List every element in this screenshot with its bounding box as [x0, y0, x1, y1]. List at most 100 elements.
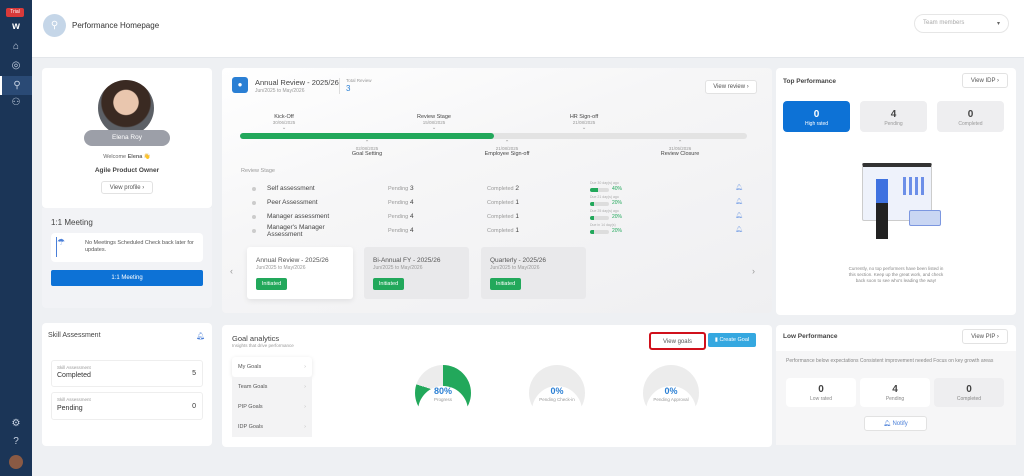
- target-icon[interactable]: ◎: [9, 59, 23, 73]
- low-stat[interactable]: 0 Completed: [934, 378, 1004, 407]
- cycle-title: Annual Review - 2025/26: [256, 257, 329, 264]
- view-idp-label: View IDP: [970, 78, 996, 84]
- goal-nav-label: IDP Goals: [238, 424, 263, 430]
- chevron-down-icon: ▾: [996, 21, 1000, 27]
- skill-assessment-card: Skill Assessment 🔔︎ Skill Assessment Com…: [42, 323, 212, 446]
- total-review-value: 3: [346, 84, 351, 93]
- bell-icon[interactable]: 🔔︎: [735, 212, 743, 219]
- review-title: Annual Review - 2025/26: [255, 78, 339, 87]
- milestone-bottom: ⌃ 31/05/2026 Review Closure: [645, 140, 715, 157]
- review-cycle-card[interactable]: Bi-Annual FY - 2025/26 Jun/2025 to May/2…: [364, 247, 469, 299]
- help-icon[interactable]: ?: [9, 435, 23, 449]
- team-icon[interactable]: ⚇: [9, 96, 23, 110]
- goal-nav-item[interactable]: PIP Goals ›: [232, 397, 312, 417]
- performance-icon: ⚲: [43, 14, 66, 37]
- completed-label: Completed: [487, 200, 514, 206]
- view-idp-button[interactable]: View IDP ›: [962, 73, 1008, 88]
- milestone-bottom: ⌃ 21/08/2025 Employee Sign-off: [472, 140, 542, 157]
- home-icon[interactable]: ⌂: [9, 40, 23, 54]
- team-members-select[interactable]: Team members ▾: [914, 14, 1009, 33]
- low-performance-description: Performance below expectations Consisten…: [786, 358, 994, 364]
- view-review-button[interactable]: View review ›: [705, 80, 757, 94]
- bell-icon[interactable]: 🔔︎: [735, 198, 743, 205]
- notify-button[interactable]: 🔔︎ Notify: [864, 416, 927, 431]
- performance-icon[interactable]: ⚲: [0, 76, 32, 95]
- meeting-card: 1:1 Meeting ☂ No Meetings Scheduled Chec…: [42, 208, 212, 308]
- goal-nav-item[interactable]: Team Goals ›: [232, 377, 312, 397]
- due-text: Due 21 day(s) ago: [590, 195, 619, 199]
- top-stat[interactable]: 0 High rated: [783, 101, 850, 132]
- top-stat[interactable]: 4 Pending: [860, 101, 927, 132]
- page-title: Performance Homepage: [72, 21, 160, 30]
- milestone-name: Review Closure: [660, 151, 700, 157]
- chevron-right-icon: ›: [304, 424, 306, 430]
- stage-percent: 20%: [612, 214, 623, 220]
- one-on-one-meeting-button[interactable]: 1:1 Meeting: [51, 270, 203, 286]
- stage-name: Manager assessment: [267, 213, 330, 220]
- milestone-top: Kick-Off 30/06/2025 ⌄: [259, 114, 309, 131]
- goal-nav-label: My Goals: [238, 364, 262, 370]
- stat-label: Completed: [956, 396, 982, 402]
- carousel-next-icon[interactable]: ›: [752, 266, 755, 276]
- logo-icon[interactable]: ᴡ: [9, 20, 23, 34]
- pending-count: 4: [410, 213, 414, 220]
- skill-title: Skill Assessment: [48, 332, 101, 339]
- create-goal-button[interactable]: ▮ Create Goal: [708, 333, 756, 347]
- stage-progress-bar: [590, 202, 609, 206]
- review-cycle-card[interactable]: Quarterly - 2025/26 Jun/2025 to May/2026…: [481, 247, 586, 299]
- top-stat[interactable]: 0 Completed: [937, 101, 1004, 132]
- stage-progress-bar: [590, 188, 609, 192]
- stat-label: Pending: [885, 396, 905, 402]
- stat-label: High rated: [804, 121, 829, 127]
- bell-icon[interactable]: 🔔︎: [196, 332, 205, 340]
- view-goals-button[interactable]: View goals: [649, 332, 706, 350]
- review-period: Jun/2025 to May/2026: [255, 88, 305, 94]
- stat-value: 0: [813, 109, 820, 120]
- skill-item-status: Completed: [57, 372, 91, 379]
- due-text: Due in 14 day(s): [590, 223, 616, 227]
- skill-completed-item: Skill Assessment Completed 5: [51, 360, 203, 387]
- review-stage-row[interactable]: Manager's Manager Assessment Pending 4 C…: [222, 223, 772, 240]
- completed-label: Completed: [487, 214, 514, 220]
- view-pip-button[interactable]: View PIP ›: [962, 329, 1008, 344]
- chevron-down-icon: ⌄: [281, 125, 287, 131]
- profile-name: Elena Roy: [84, 130, 170, 146]
- stat-value: 4: [890, 109, 897, 120]
- review-bell-icon: ●: [232, 77, 248, 93]
- carousel-prev-icon[interactable]: ‹: [230, 266, 233, 276]
- bell-icon[interactable]: 🔔︎: [735, 226, 743, 233]
- goal-nav-item[interactable]: My Goals ›: [232, 357, 312, 377]
- settings-icon[interactable]: ⚙: [9, 417, 23, 431]
- low-stat[interactable]: 0 Low rated: [786, 378, 856, 407]
- stage-percent: 40%: [612, 186, 623, 192]
- skill-item-value: 0: [192, 403, 196, 410]
- bell-icon[interactable]: 🔔︎: [735, 184, 743, 191]
- review-cycle-card[interactable]: Annual Review - 2025/26 Jun/2025 to May/…: [247, 247, 353, 299]
- completed-count: 1: [515, 227, 520, 234]
- chevron-right-icon: ›: [304, 364, 306, 370]
- sidebar: Trial ᴡ ⌂ ◎ ⚲ ⚇ ⚙ ?: [0, 0, 32, 476]
- goal-nav-item[interactable]: IDP Goals ›: [232, 417, 312, 437]
- pending-count: 4: [410, 227, 414, 234]
- cycle-status-badge: Initiated: [490, 278, 521, 290]
- stage-dot: [252, 215, 256, 219]
- low-stat[interactable]: 4 Pending: [860, 378, 930, 407]
- header: ⚲ Performance Homepage Team members ▾: [32, 0, 1024, 58]
- review-stage-row[interactable]: Peer Assessment Pending 4 Completed 1 Du…: [222, 195, 772, 212]
- low-performance-body: Performance below expectations Consisten…: [776, 351, 1016, 445]
- view-profile-button[interactable]: View profile ›: [101, 181, 153, 194]
- user-avatar[interactable]: [9, 455, 23, 469]
- meeting-title: 1:1 Meeting: [51, 218, 93, 227]
- skill-item-value: 5: [192, 370, 196, 377]
- pending-label: Pending: [388, 186, 409, 192]
- goal-ring: 80% Progress: [415, 365, 471, 436]
- profile-photo: [98, 80, 154, 136]
- ring-label: Progress: [433, 397, 452, 402]
- milestone-name: Employee Sign-off: [484, 151, 530, 157]
- low-performance-card: Low Performance View PIP › Performance b…: [776, 325, 1016, 445]
- review-stage-row[interactable]: Self assessment Pending 3 Completed 2 Du…: [222, 181, 772, 198]
- stat-label: Completed: [958, 121, 983, 127]
- stage-name: Self assessment: [267, 185, 315, 192]
- stat-value: 4: [892, 384, 898, 395]
- card-illustration: [909, 210, 941, 226]
